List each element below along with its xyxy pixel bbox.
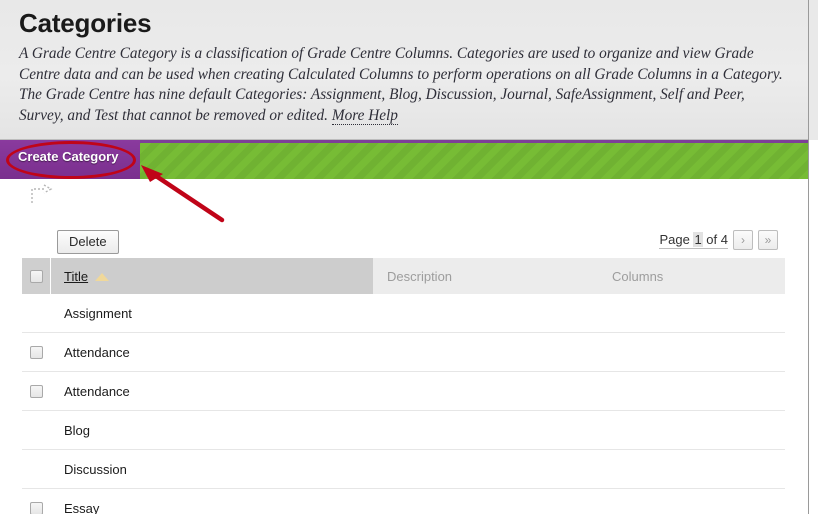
row-title-cell[interactable]: Essay [51,501,373,514]
table-row[interactable]: Attendance [22,333,785,372]
pagination-label: Page 1 of 4 [659,231,728,249]
dotted-arrow-right-icon [31,184,53,203]
table-row[interactable]: Essay [22,489,785,514]
row-checkbox[interactable] [30,501,43,514]
row-select-cell[interactable] [22,345,51,359]
row-title-cell[interactable]: Blog [51,423,373,438]
page-description-body: A Grade Centre Category is a classificat… [19,45,783,124]
pagination-prefix: Page [659,231,690,247]
row-title-cell[interactable]: Attendance [51,345,373,360]
row-checkbox[interactable] [30,384,43,398]
window-right-edge-top [808,0,818,140]
row-title-cell[interactable]: Discussion [51,462,373,477]
column-header-description-label: Description [387,268,453,284]
table-header-row: Title Description Columns [22,258,785,294]
pagination: Page 1 of 4 › » [659,230,778,250]
column-header-columns-label: Columns [612,268,664,284]
pagination-total-pages: 4 [720,231,728,247]
select-all-header-cell[interactable] [22,258,51,294]
categories-table: Title Description Columns Assignment Atte… [22,258,785,514]
pagination-last-button[interactable]: » [758,230,778,250]
pagination-middle: of [706,231,718,247]
row-select-cell[interactable] [22,501,51,514]
column-header-description[interactable]: Description [373,258,598,294]
row-select-cell [22,307,51,320]
content-area: Delete Page 1 of 4 › » Title Description… [0,179,808,514]
table-row[interactable]: Attendance [22,372,785,411]
column-header-title-label[interactable]: Title [64,269,88,284]
row-select-cell [22,424,51,437]
create-category-label[interactable]: Create Category [18,149,118,164]
table-body: Assignment Attendance Attendance Blog Discus… [22,294,785,514]
page-description: A Grade Centre Category is a classificat… [19,44,784,126]
page-root: Categories A Grade Centre Category is a … [0,0,818,514]
column-header-columns[interactable]: Columns [598,258,785,294]
pagination-next-button[interactable]: › [733,230,753,250]
row-checkbox-placeholder [30,463,43,476]
action-bar [0,140,808,179]
more-help-link[interactable]: More Help [331,106,398,125]
row-checkbox-placeholder [30,307,43,320]
pagination-current-page: 1 [693,231,703,247]
row-checkbox-placeholder [30,424,43,437]
row-select-cell [22,463,51,476]
row-title-cell[interactable]: Attendance [51,384,373,399]
delete-button[interactable]: Delete [57,230,119,254]
column-header-title[interactable]: Title [51,258,373,294]
row-title-cell[interactable]: Assignment [51,306,373,321]
row-select-cell[interactable] [22,384,51,398]
page-title: Categories [19,8,152,38]
table-row[interactable]: Blog [22,411,785,450]
header-panel: Categories A Grade Centre Category is a … [0,0,808,140]
table-row[interactable]: Discussion [22,450,785,489]
sort-ascending-icon[interactable] [95,273,110,281]
table-row[interactable]: Assignment [22,294,785,333]
select-all-checkbox[interactable] [29,269,43,283]
row-checkbox[interactable] [30,345,43,359]
